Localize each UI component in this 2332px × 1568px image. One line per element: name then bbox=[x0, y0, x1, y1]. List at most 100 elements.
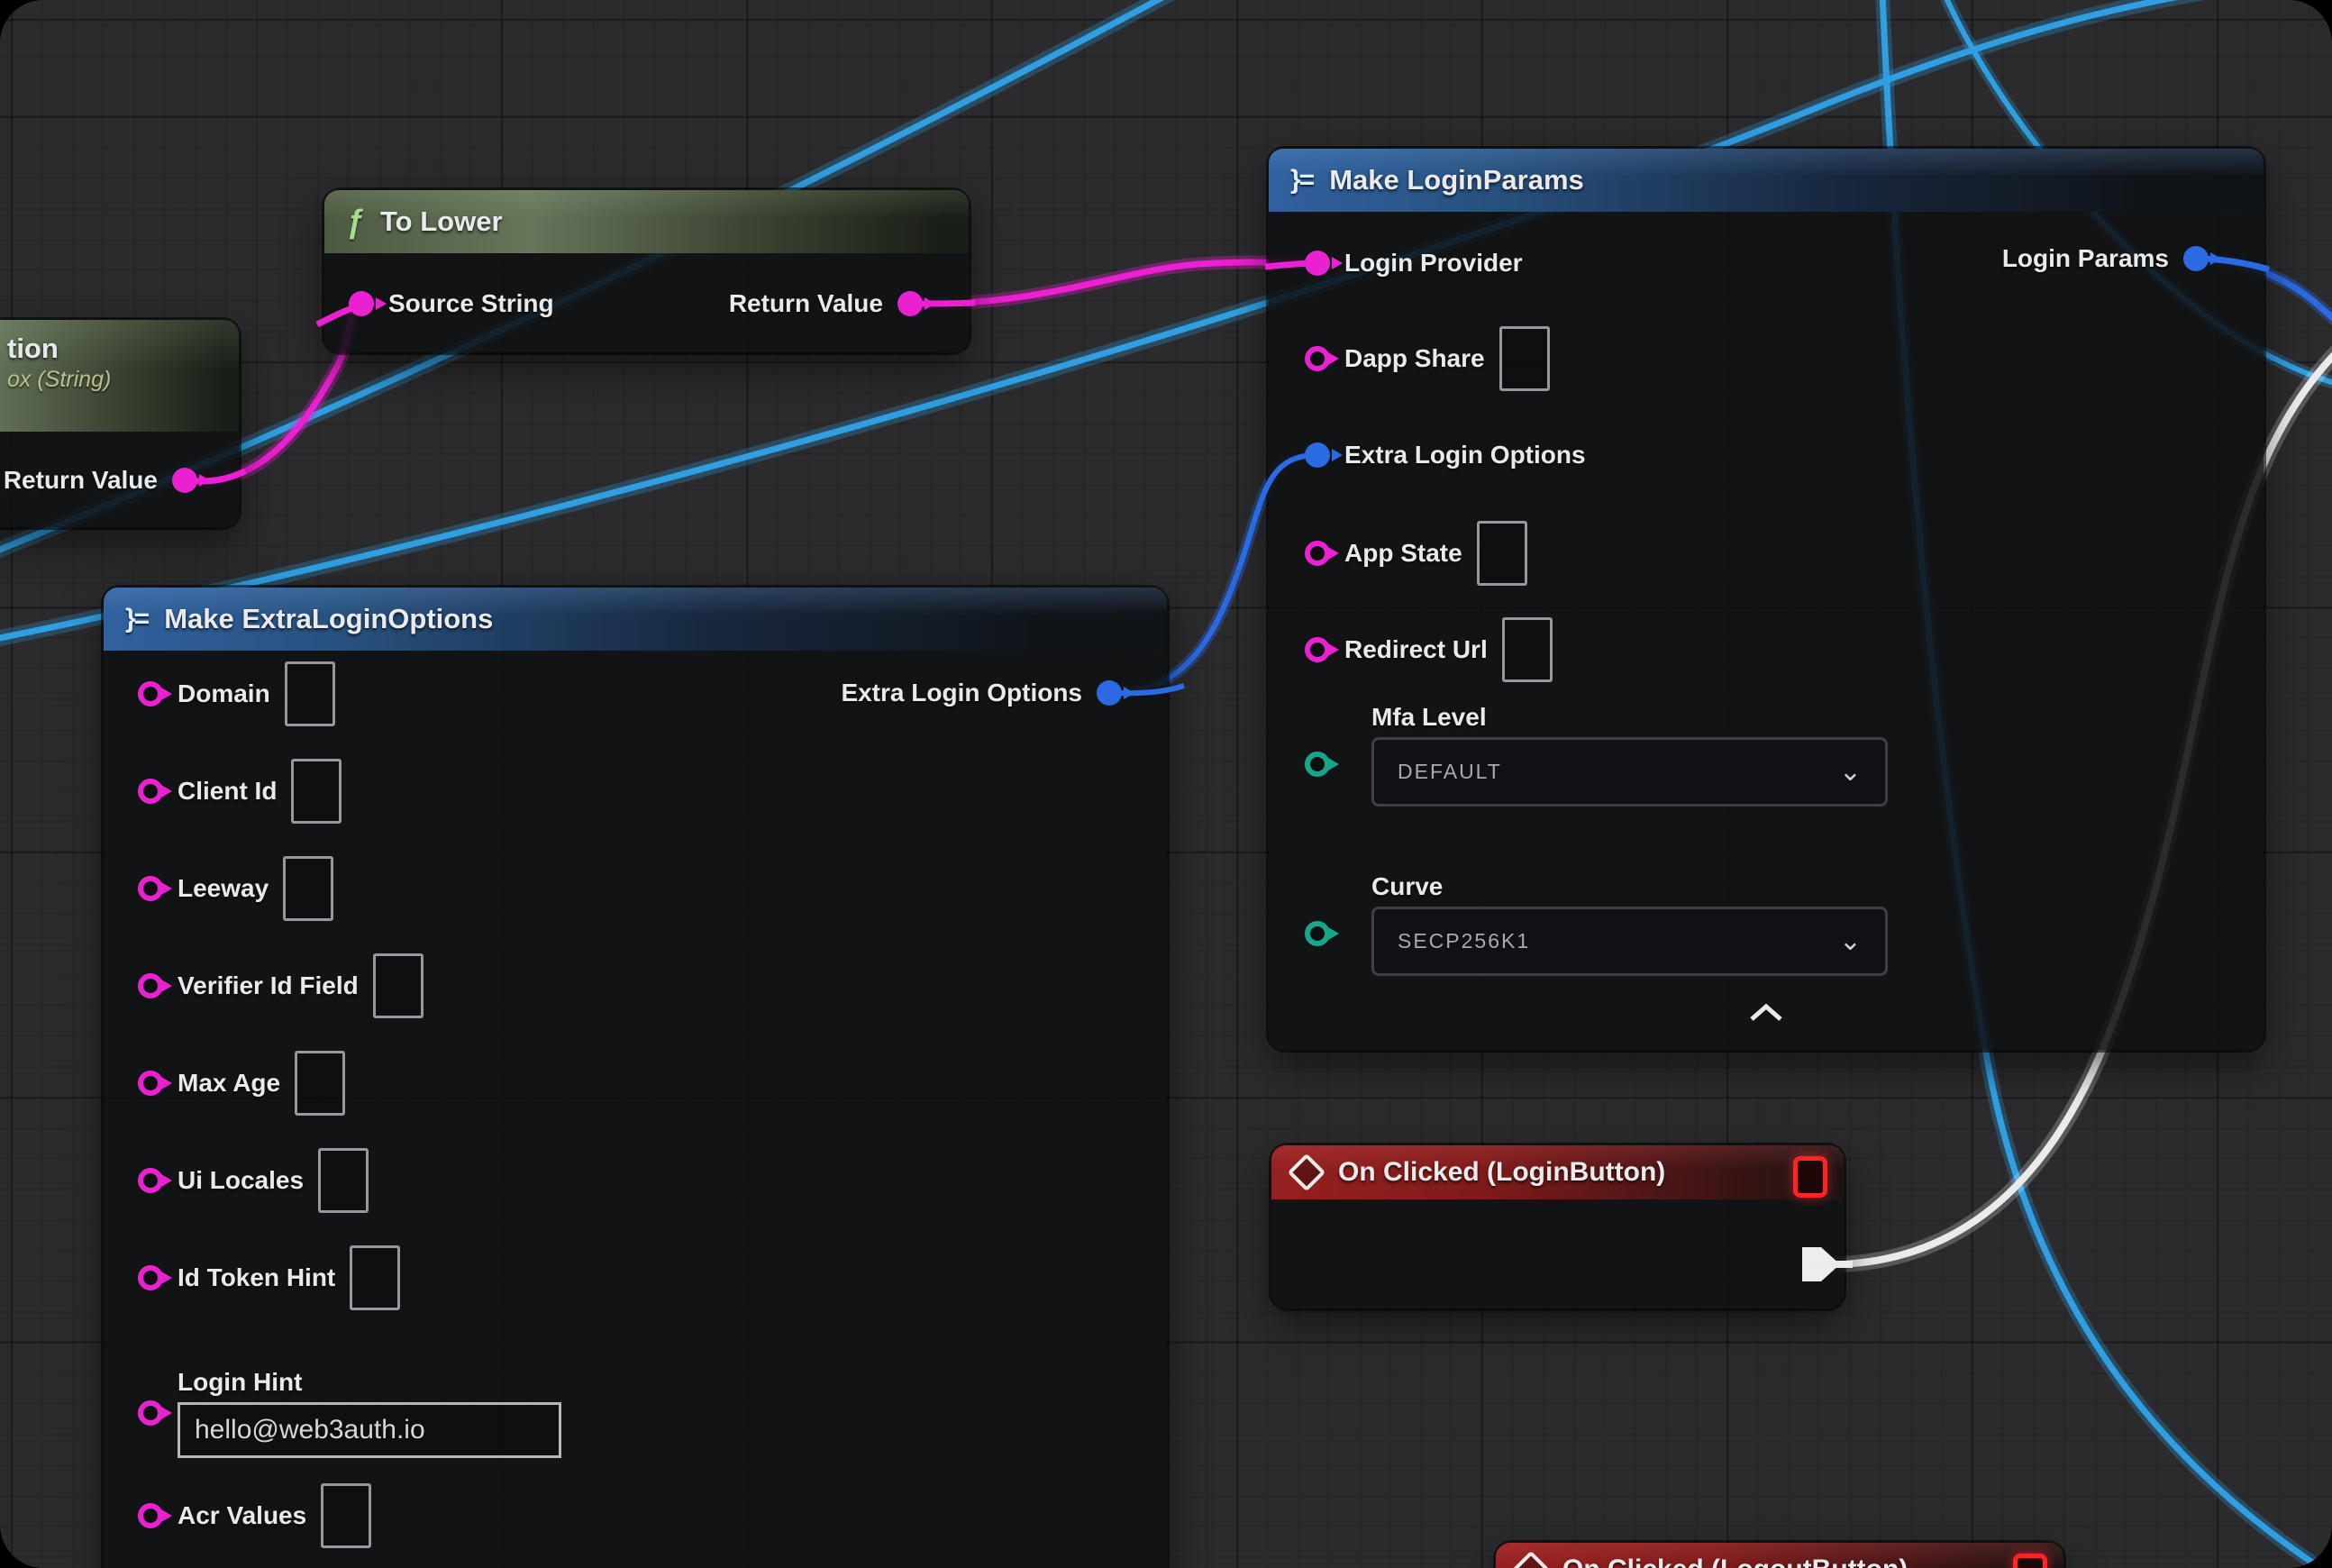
input-pin-app-state[interactable] bbox=[1305, 541, 1330, 566]
pin-row: Return Value bbox=[27, 449, 197, 512]
pin-row: Source String bbox=[324, 272, 554, 335]
pin-label: Dapp Share bbox=[1344, 344, 1485, 373]
login-hint-input[interactable]: hello@web3auth.io bbox=[178, 1402, 561, 1458]
input-pin-mfa-level[interactable] bbox=[1305, 752, 1330, 777]
pin-row: App State bbox=[1269, 522, 1527, 585]
pin-value-box[interactable] bbox=[1502, 617, 1553, 682]
pin-row: Client Id bbox=[104, 760, 342, 823]
pin-value-box[interactable] bbox=[283, 856, 333, 921]
input-pin-redirect-url[interactable] bbox=[1305, 637, 1330, 662]
input-pin-source-string[interactable] bbox=[349, 291, 374, 316]
pin-row: Login Provider bbox=[1269, 232, 1523, 295]
bound-event-icon[interactable] bbox=[2013, 1554, 2047, 1568]
pin-label: Login Params bbox=[2002, 244, 2169, 273]
function-icon: ƒ bbox=[346, 203, 364, 241]
node-make-login-params[interactable]: }= Make LoginParams Login Provider Dapp … bbox=[1269, 149, 2264, 1050]
node-to-lower[interactable]: ƒ To Lower Source String Return Value bbox=[324, 190, 969, 352]
node-header[interactable]: On Clicked (LoginButton) bbox=[1271, 1145, 1844, 1199]
exec-output-pin[interactable] bbox=[1802, 1247, 1840, 1281]
input-pin-extra-login-options[interactable] bbox=[1305, 442, 1330, 468]
pin-value-box[interactable] bbox=[318, 1148, 369, 1213]
pin-label: Redirect Url bbox=[1344, 635, 1488, 664]
login-hint-value: hello@web3auth.io bbox=[195, 1415, 425, 1445]
pin-label: Return Value bbox=[729, 289, 883, 318]
pin-value-box[interactable] bbox=[295, 1051, 345, 1116]
input-pin-leeway[interactable] bbox=[138, 876, 163, 901]
wire-tolower-to-provider-glow bbox=[910, 262, 1317, 304]
pin-label: Client Id bbox=[178, 777, 277, 806]
make-struct-icon: }= bbox=[125, 604, 148, 634]
node-header[interactable]: }= Make ExtraLoginOptions bbox=[104, 588, 1167, 651]
node-title: tion bbox=[7, 333, 59, 365]
wire-tolower-to-provider[interactable] bbox=[910, 262, 1317, 304]
node-header[interactable]: On Clicked (LogoutButton) bbox=[1496, 1543, 2063, 1568]
pin-row: Max Age bbox=[104, 1052, 345, 1115]
pin-row: Login Params bbox=[2026, 227, 2209, 290]
node-title: On Clicked (LogoutButton) bbox=[1562, 1554, 1908, 1568]
pin-label: Ui Locales bbox=[178, 1166, 304, 1195]
node-header[interactable]: tion ox (String) bbox=[0, 320, 239, 432]
curve-value: SECP256K1 bbox=[1398, 929, 1530, 953]
node-header[interactable]: ƒ To Lower bbox=[324, 190, 969, 253]
pin-row: Verifier Id Field bbox=[104, 954, 424, 1017]
mfa-level-value: DEFAULT bbox=[1398, 760, 1502, 784]
pin-value-box[interactable] bbox=[373, 953, 424, 1018]
pin-row: Acr Values bbox=[104, 1484, 371, 1547]
pin-label: App State bbox=[1344, 539, 1462, 568]
curve-dropdown[interactable]: SECP256K1 ⌄ bbox=[1371, 907, 1888, 976]
output-pin-login-params[interactable] bbox=[2183, 246, 2209, 271]
pin-label: Max Age bbox=[178, 1069, 280, 1098]
pin-value-box[interactable] bbox=[321, 1483, 371, 1548]
pin-label: Login Provider bbox=[1344, 249, 1523, 278]
pin-label: Acr Values bbox=[178, 1501, 306, 1530]
node-title: On Clicked (LoginButton) bbox=[1338, 1157, 1665, 1188]
node-get-text-partial[interactable]: tion ox (String) Return Value bbox=[0, 320, 239, 527]
pin-row: Return Value bbox=[752, 272, 923, 335]
output-pin-extra-login-options[interactable] bbox=[1097, 680, 1122, 706]
node-title: To Lower bbox=[380, 205, 502, 238]
pin-label: Extra Login Options bbox=[841, 679, 1082, 707]
pin-row: Leeway bbox=[104, 857, 333, 920]
pin-value-box[interactable] bbox=[285, 661, 335, 726]
pin-row: Redirect Url bbox=[1269, 618, 1553, 681]
node-title: Make ExtraLoginOptions bbox=[164, 603, 493, 635]
node-make-extra-login-options[interactable]: }= Make ExtraLoginOptions Domain Client … bbox=[104, 588, 1167, 1568]
node-on-clicked-login-button[interactable]: On Clicked (LoginButton) bbox=[1271, 1145, 1844, 1308]
pin-row: Extra Login Options bbox=[1269, 424, 1586, 487]
input-pin-max-age[interactable] bbox=[138, 1071, 163, 1096]
input-pin-acr-values[interactable] bbox=[138, 1503, 163, 1528]
pin-label: Return Value bbox=[4, 466, 158, 495]
pin-value-box[interactable] bbox=[350, 1245, 400, 1310]
input-pin-domain[interactable] bbox=[138, 681, 163, 707]
pin-row: Id Token Hint bbox=[104, 1246, 400, 1309]
pin-label: Login Hint bbox=[178, 1368, 561, 1397]
pin-value-box[interactable] bbox=[1477, 521, 1527, 586]
input-pin-verifier-id-field[interactable] bbox=[138, 973, 163, 998]
input-pin-login-provider[interactable] bbox=[1305, 251, 1330, 276]
pin-value-box[interactable] bbox=[1499, 326, 1550, 391]
input-pin-id-token-hint[interactable] bbox=[138, 1265, 163, 1290]
node-title: Make LoginParams bbox=[1329, 164, 1584, 196]
input-pin-curve[interactable] bbox=[1305, 921, 1330, 946]
pin-label-curve: Curve bbox=[1371, 872, 1443, 901]
pin-row: Ui Locales bbox=[104, 1149, 369, 1212]
collapse-chevron-icon[interactable] bbox=[1746, 1003, 1786, 1023]
node-header[interactable]: }= Make LoginParams bbox=[1269, 149, 2264, 212]
output-pin-return-value[interactable] bbox=[172, 468, 197, 493]
mfa-level-dropdown[interactable]: DEFAULT ⌄ bbox=[1371, 737, 1888, 807]
input-pin-ui-locales[interactable] bbox=[138, 1168, 163, 1193]
blueprint-graph-canvas[interactable]: tion ox (String) Return Value ƒ To Lower… bbox=[0, 0, 2332, 1568]
pin-label: Id Token Hint bbox=[178, 1263, 335, 1292]
pin-value-box[interactable] bbox=[291, 759, 342, 824]
bound-event-icon[interactable] bbox=[1793, 1156, 1827, 1198]
input-pin-client-id[interactable] bbox=[138, 779, 163, 804]
pin-label-mfa-level: Mfa Level bbox=[1371, 703, 1487, 732]
input-pin-login-hint[interactable] bbox=[138, 1400, 163, 1426]
node-on-clicked-logout-button[interactable]: On Clicked (LogoutButton) bbox=[1496, 1543, 2063, 1568]
output-pin-return-value[interactable] bbox=[897, 291, 923, 316]
pin-row: Dapp Share bbox=[1269, 327, 1550, 390]
pin-row: Login Hint hello@web3auth.io bbox=[104, 1359, 561, 1467]
pin-label: Domain bbox=[178, 679, 270, 708]
node-subtitle: ox (String) bbox=[7, 367, 111, 393]
input-pin-dapp-share[interactable] bbox=[1305, 346, 1330, 371]
